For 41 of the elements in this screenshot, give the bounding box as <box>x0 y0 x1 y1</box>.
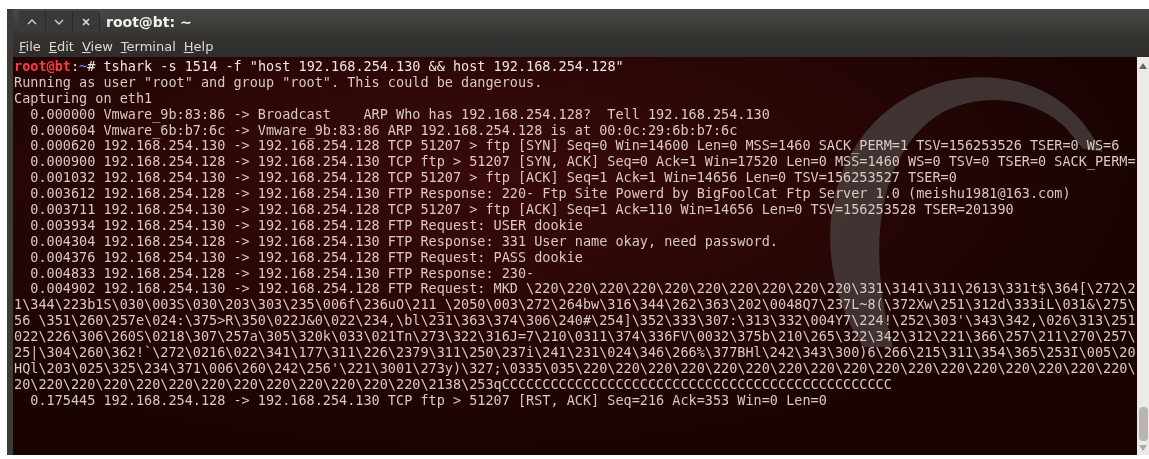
terminal-output-line: 56 \351\260\257e\024:\375>R\350\022J&0\022\234,\bl\231\363\374\306\240#\254]\352\333\307:\313\332\004Y7\224!\252\303'\343\342,\026\313\251 <box>14 312 1136 329</box>
terminal-output-line: 0.000900 192.168.254.128 -> 192.168.254.130 TCP ftp > 51207 [SYN, ACK] Seq=0 Ack=1 Win=17520 Len=0 MSS=1460 WS=0 TSV=0 TSER=0 SACK_PERM= <box>29 153 1136 170</box>
terminal-output-line: Running as user "root" and group "root". This could be dangerous. <box>14 73 543 90</box>
scrollbar-thumb[interactable] <box>1138 407 1148 441</box>
terminal-output-line: 0.003612 192.168.254.128 -> 192.168.254.130 FTP Response: 220- Ftp Site Powerd by BigFoolCat Ftp Server 1.0 (meishu1981@163.com) <box>29 185 1071 202</box>
minimize-button[interactable] <box>46 11 72 33</box>
close-button[interactable] <box>73 11 99 33</box>
window-title: root@bt: ~ <box>106 14 192 30</box>
terminal-output-line: 0.000604 Vmware_6b:b7:6c -> Vmware_9b:83:86 ARP 192.168.254.128 is at 00:0c:29:6b:b7:6c <box>29 121 738 138</box>
caret-down-icon <box>54 19 64 25</box>
menu-item[interactable]: View <box>81 38 113 54</box>
terminal-command: tshark -s 1514 -f "host 192.168.254.130 && host 192.168.254.128" <box>103 58 624 74</box>
prompt-symbol: # <box>87 58 96 74</box>
terminal-output-line: 1\344\223b1S\030\003S\030\203\303\235\006f\236uO\211_\2050\003\272\264bw\316\344\262\363\202\0048Q7\237L~8(\372Xw\251\312d\333iL\031&\275\ <box>14 296 1136 313</box>
menu-item[interactable]: File <box>19 38 41 54</box>
terminal-output-line: Capturing on eth1 <box>14 89 153 106</box>
maximize-button[interactable] <box>19 11 45 33</box>
scrollbar[interactable] <box>1137 57 1149 455</box>
terminal-output-line: 0.175445 192.168.254.128 -> 192.168.254.130 TCP ftp > 51207 [RST, ACK] Seq=216 Ack=353 Win=0 Len=0 <box>30 391 827 408</box>
scroll-up-icon[interactable] <box>1139 63 1147 69</box>
terminal-output-line: 0.003934 192.168.254.130 -> 192.168.254.128 FTP Request: USER dookie <box>29 216 583 233</box>
caret-up-icon <box>27 19 37 25</box>
menu-item[interactable]: Help <box>183 38 214 54</box>
terminal-output-line: 0.004376 192.168.254.130 -> 192.168.254.128 FTP Request: PASS dookie <box>29 248 583 265</box>
terminal-output-line: 25|\304\260\362!`\272\0216\022\341\177\311\226\2379\311\250\237i\241\231\024\346\266%\377BHl\242\343\300)6\266\215\311\354\365\253I\005\20 <box>14 344 1136 361</box>
terminal-output-line: 022\226\306\260S\0218\307\257a\305\320k\033\021Tn\273\322\316J=7\210\0311\374\336FV\0032\375b\210\265\322\342\312\221\366\257\211\270\257\ <box>14 328 1136 345</box>
terminal-output-line: 0.004833 192.168.254.128 -> 192.168.254.130 FTP Response: 230- <box>29 264 535 281</box>
terminal-output-line: 0.003711 192.168.254.130 -> 192.168.254.128 TCP 51207 > ftp [ACK] Seq=1 Ack=110 Win=14656 Len=0 TSV=156253528 TSER=201390 <box>29 201 1014 217</box>
menu-item[interactable]: Edit <box>48 38 74 54</box>
terminal-output-line: 0.001032 192.168.254.130 -> 192.168.254.128 TCP 51207 > ftp [ACK] Seq=1 Ack=1 Win=14656 Len=0 TSV=156253527 TSER=0 <box>29 169 957 186</box>
scroll-down-icon[interactable] <box>1139 445 1147 451</box>
terminal-output-line: 20\220\220\220\220\220\220\220\220\220\220\220\220\2138\253qCCCCCCCCCCCCCCCCCCCCCCCCCCCCCCCCCCCCCCCCCCCCCCCC <box>14 375 892 392</box>
terminal-output-line: 0.004902 192.168.254.130 -> 192.168.254.128 FTP Request: MKD \220\220\220\220\220\220\220\220\220\220\331\3141\311\2613\331t$\364[\272\2 <box>29 280 1136 297</box>
terminal-output-line: 0.000620 192.168.254.130 -> 192.168.254.128 TCP 51207 > ftp [SYN] Seq=0 Win=14600 Len=0 MSS=1460 SACK_PERM=1 TSV=156253526 TSER=0 WS=6 <box>29 137 1120 154</box>
prompt-user-host: root@bt <box>14 58 71 74</box>
close-icon <box>82 18 90 26</box>
menu-item[interactable]: Terminal <box>120 38 176 54</box>
prompt-path: ~ <box>79 58 88 74</box>
terminal-output-line: 0.000000 Vmware_9b:83:86 -> Broadcast ARP Who has 192.168.254.128? Tell 192.168.254.130 <box>30 105 770 122</box>
terminal-output-line: 0.004304 192.168.254.128 -> 192.168.254.130 FTP Response: 331 User name okay, need password. <box>29 232 778 249</box>
prompt-separator: : <box>70 58 80 74</box>
